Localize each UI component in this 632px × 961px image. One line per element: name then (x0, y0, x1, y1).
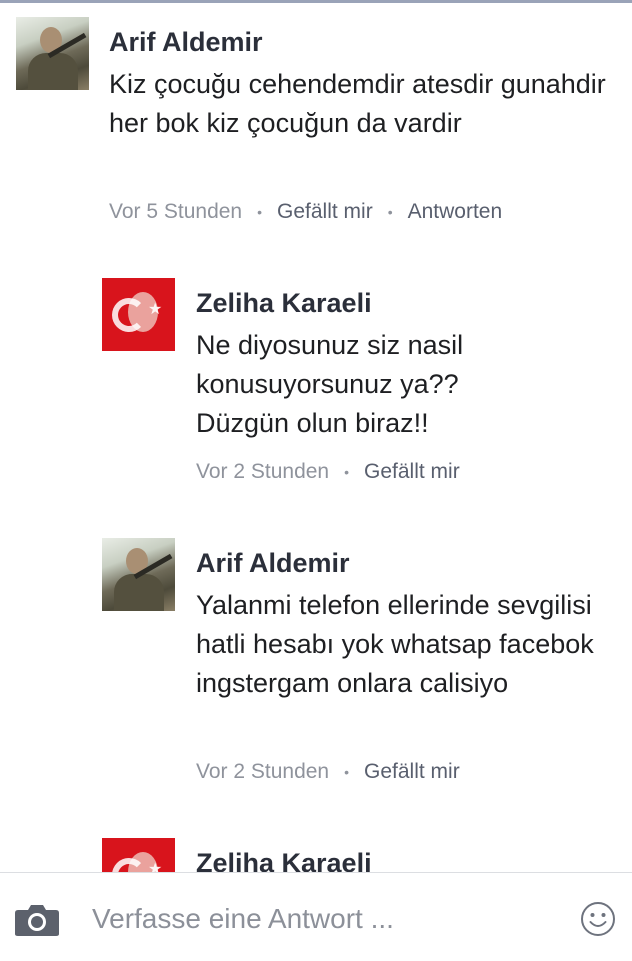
comment-timestamp: Vor 5 Stunden (109, 200, 243, 223)
like-link[interactable]: Gefällt mir (277, 200, 373, 223)
avatar[interactable] (102, 538, 175, 611)
comment-author[interactable]: Zeliha Karaeli (196, 288, 372, 319)
reply-comment: ★ Zeliha Karaeli Ne diyosunuz siz nasil … (0, 276, 632, 506)
avatar-body (28, 53, 78, 90)
comment: Arif Aldemir Kiz çocuğu cehendemdir ates… (0, 0, 632, 240)
separator-dot: • (387, 204, 393, 221)
reply-link[interactable]: Antworten (408, 200, 503, 223)
comment-text: Kiz çocuğu cehendemdir atesdir gunahdir … (109, 69, 606, 138)
comment-author[interactable]: Zeliha Karaeli (196, 848, 372, 872)
star-icon: ★ (148, 301, 163, 318)
reply-composer (0, 872, 632, 961)
separator-dot: • (344, 464, 350, 481)
comment-timestamp: Vor 2 Stunden (196, 760, 330, 783)
avatar[interactable]: ★ (102, 278, 175, 351)
comment-meta: Vor 2 Stunden • Gefällt mir (196, 460, 460, 484)
avatar[interactable] (16, 17, 89, 90)
comment-author[interactable]: Arif Aldemir (196, 548, 350, 579)
camera-icon[interactable] (14, 903, 60, 937)
reply-comment: Arif Aldemir Yalanmi telefon ellerinde s… (0, 536, 632, 806)
comment-text: Ne diyosunuz siz nasil konusuyorsunuz ya… (196, 330, 464, 438)
comment-timestamp: Vor 2 Stunden (196, 460, 330, 483)
smiley-icon[interactable] (580, 901, 616, 937)
star-icon: ★ (148, 861, 163, 873)
avatar[interactable]: ★ (102, 838, 175, 872)
comment-meta: Vor 2 Stunden • Gefällt mir (196, 760, 460, 784)
comment-meta: Vor 5 Stunden • Gefällt mir • Antworten (109, 200, 502, 224)
comment-thread: Arif Aldemir Kiz çocuğu cehendemdir ates… (0, 0, 632, 872)
crescent-icon (112, 298, 146, 332)
separator-dot: • (257, 204, 263, 221)
comment-author[interactable]: Arif Aldemir (109, 27, 263, 58)
like-link[interactable]: Gefällt mir (364, 460, 460, 483)
reply-comment: ★ Zeliha Karaeli (0, 836, 632, 872)
like-link[interactable]: Gefällt mir (364, 760, 460, 783)
reply-input[interactable] (92, 899, 562, 939)
avatar-body (114, 574, 164, 611)
separator-dot: • (344, 764, 350, 781)
comment-text: Yalanmi telefon ellerinde sevgilisi hatl… (196, 590, 594, 698)
